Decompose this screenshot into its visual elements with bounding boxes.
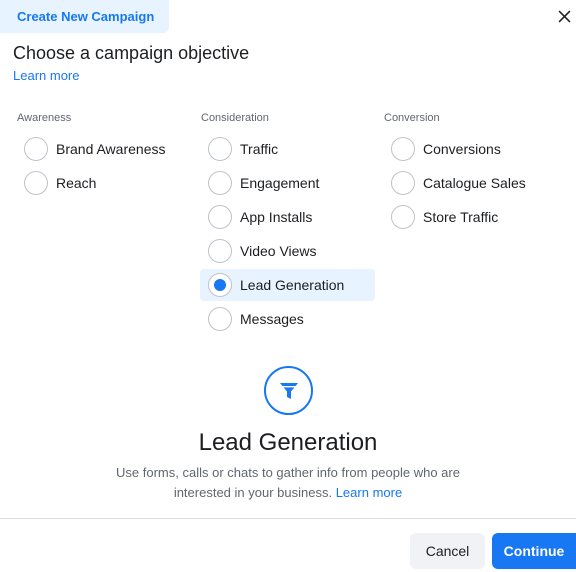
objective-video-views[interactable]: Video Views <box>200 235 375 267</box>
radio-button[interactable] <box>391 137 415 161</box>
selected-objective-description: Use forms, calls or chats to gather info… <box>90 463 486 503</box>
description-learn-more-link[interactable]: Learn more <box>336 485 402 500</box>
radio-button[interactable] <box>208 137 232 161</box>
close-icon <box>558 10 570 22</box>
objective-label: App Installs <box>240 209 313 225</box>
objective-label: Catalogue Sales <box>423 175 526 191</box>
description-text: Use forms, calls or chats to gather info… <box>116 465 460 500</box>
objective-label: Reach <box>56 175 97 191</box>
cancel-button[interactable]: Cancel <box>410 533 485 569</box>
learn-more-link[interactable]: Learn more <box>13 68 79 83</box>
objective-messages[interactable]: Messages <box>200 303 375 335</box>
column-conversion: Conversion Conversions Catalogue Sales S… <box>384 110 558 235</box>
create-campaign-tab-label: Create New Campaign <box>17 9 155 24</box>
column-awareness: Awareness Brand Awareness Reach <box>17 110 191 201</box>
objective-brand-awareness[interactable]: Brand Awareness <box>16 133 191 165</box>
objective-label: Video Views <box>240 243 317 259</box>
objective-label: Conversions <box>423 141 501 157</box>
radio-button[interactable] <box>208 307 232 331</box>
column-title-consideration: Consideration <box>201 112 269 124</box>
column-consideration: Consideration Traffic Engagement App Ins… <box>200 110 375 337</box>
column-title-awareness: Awareness <box>17 112 72 124</box>
continue-button[interactable]: Continue <box>492 533 576 569</box>
radio-button[interactable] <box>208 205 232 229</box>
objective-app-installs[interactable]: App Installs <box>200 201 375 233</box>
objective-conversions[interactable]: Conversions <box>383 133 558 165</box>
radio-button[interactable] <box>391 205 415 229</box>
objective-catalogue-sales[interactable]: Catalogue Sales <box>383 167 558 199</box>
close-button[interactable] <box>554 6 574 26</box>
objective-label: Traffic <box>240 141 279 157</box>
radio-button[interactable] <box>208 239 232 263</box>
objective-engagement[interactable]: Engagement <box>200 167 375 199</box>
create-campaign-tab[interactable]: Create New Campaign <box>0 0 169 33</box>
column-title-conversion: Conversion <box>384 112 440 124</box>
radio-button[interactable] <box>391 171 415 195</box>
radio-button-selected[interactable] <box>208 273 232 297</box>
funnel-icon-container <box>264 366 313 415</box>
objective-label: Brand Awareness <box>56 141 166 157</box>
footer-divider <box>0 518 576 519</box>
page-title: Choose a campaign objective <box>13 43 250 63</box>
funnel-icon <box>279 382 298 399</box>
objective-label: Lead Generation <box>240 277 345 293</box>
objective-label: Engagement <box>240 175 320 191</box>
objective-label: Messages <box>240 311 304 327</box>
radio-selected-dot <box>214 279 226 291</box>
radio-button[interactable] <box>24 171 48 195</box>
objective-traffic[interactable]: Traffic <box>200 133 375 165</box>
radio-button[interactable] <box>24 137 48 161</box>
radio-button[interactable] <box>208 171 232 195</box>
objective-reach[interactable]: Reach <box>16 167 191 199</box>
objective-lead-generation[interactable]: Lead Generation <box>200 269 375 301</box>
selected-objective-title: Lead Generation <box>198 429 378 456</box>
objective-store-traffic[interactable]: Store Traffic <box>383 201 558 233</box>
objective-label: Store Traffic <box>423 209 499 225</box>
